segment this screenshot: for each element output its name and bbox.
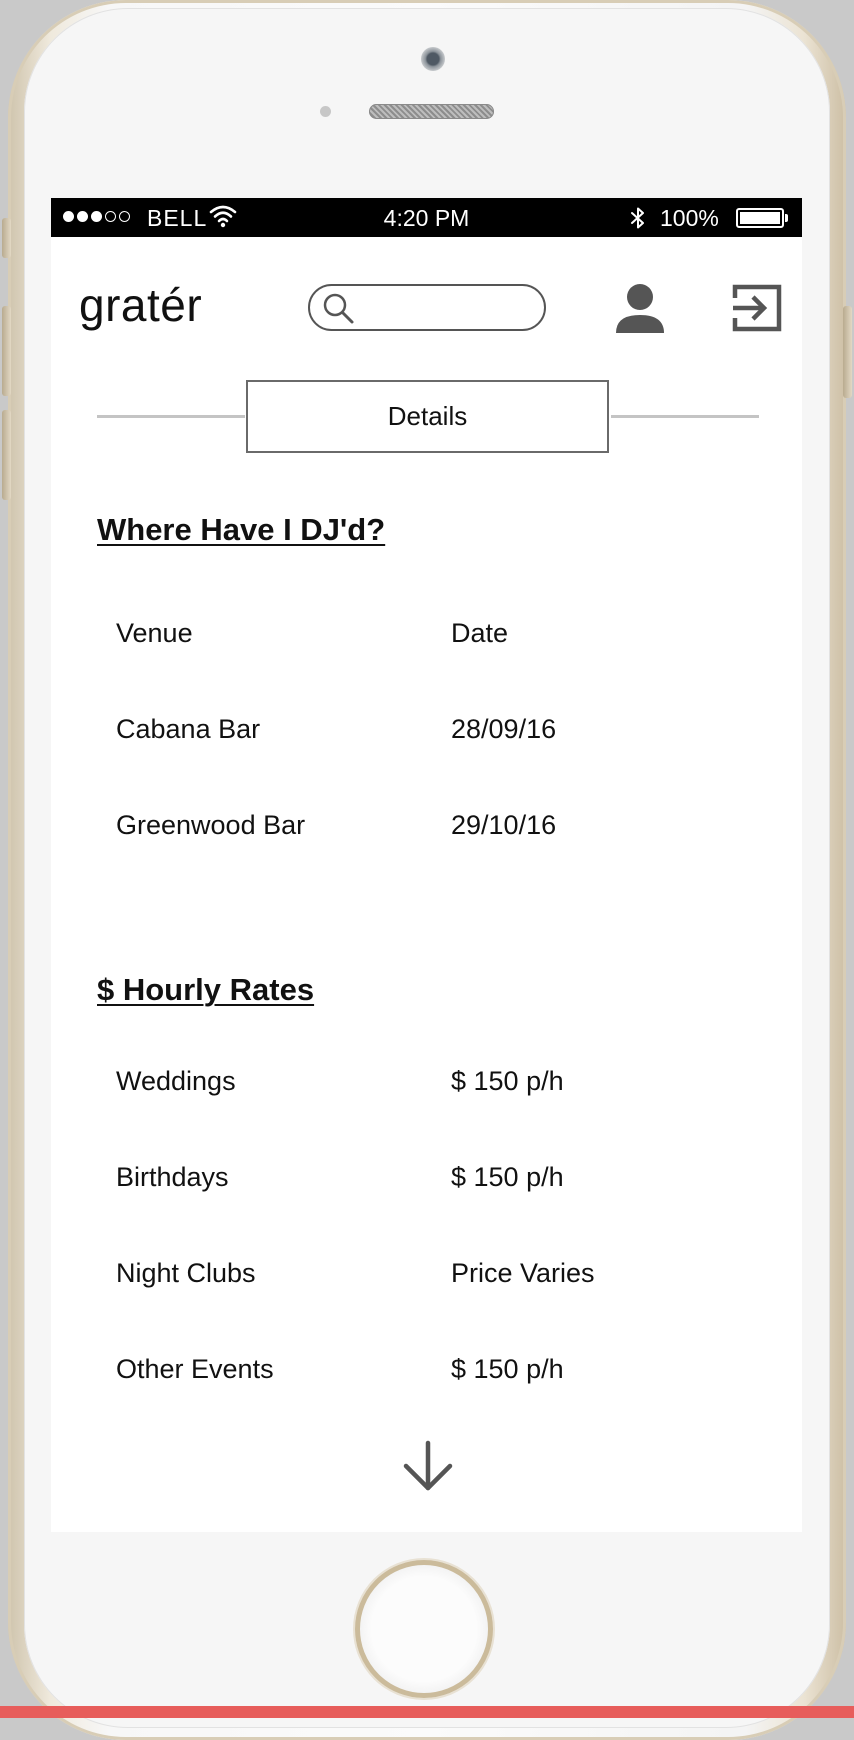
status-bar: BELL 4:20 PM 100% xyxy=(51,198,802,237)
rates-heading: $ Hourly Rates xyxy=(97,972,315,1007)
search-icon xyxy=(322,292,356,331)
tab-details[interactable]: Details xyxy=(246,380,609,453)
rate-cell: Price Varies xyxy=(451,1258,595,1288)
earpiece-speaker xyxy=(369,104,494,119)
venue-cell: Cabana Bar xyxy=(116,714,261,744)
event-type-cell: Other Events xyxy=(116,1354,274,1384)
bluetooth-icon xyxy=(629,206,647,236)
bottom-accent-strip xyxy=(0,1706,854,1718)
mute-switch xyxy=(2,218,11,258)
date-cell: 28/09/16 xyxy=(451,714,557,744)
user-icon[interactable] xyxy=(613,281,667,340)
battery-percentage: 100% xyxy=(660,205,719,231)
event-type-cell: Weddings xyxy=(116,1066,236,1096)
battery-icon xyxy=(736,208,788,228)
date-column-header: Date xyxy=(451,618,509,648)
volume-up-button xyxy=(2,306,11,396)
rate-cell: $ 150 p/h xyxy=(451,1066,564,1096)
venue-cell: Greenwood Bar xyxy=(116,810,306,840)
event-type-cell: Birthdays xyxy=(116,1162,229,1192)
rate-cell: $ 150 p/h xyxy=(451,1162,564,1192)
venues-heading: Where Have I DJ'd? xyxy=(97,512,386,547)
app-logo: gratér xyxy=(79,279,203,331)
proximity-sensor xyxy=(320,106,331,117)
logout-icon[interactable] xyxy=(731,283,783,338)
event-type-cell: Night Clubs xyxy=(116,1258,256,1288)
rate-cell: $ 150 p/h xyxy=(451,1354,564,1384)
search-input[interactable] xyxy=(360,292,534,324)
search-bar[interactable] xyxy=(308,284,546,331)
power-button xyxy=(843,306,852,398)
front-camera xyxy=(421,47,445,71)
venue-column-header: Venue xyxy=(116,618,193,648)
volume-down-button xyxy=(2,410,11,500)
tab-divider-left xyxy=(97,415,245,418)
date-cell: 29/10/16 xyxy=(451,810,557,840)
arrow-down-icon[interactable] xyxy=(400,1438,456,1499)
tab-divider-right xyxy=(611,415,759,418)
app-screen: BELL 4:20 PM 100% gratér Details Where H… xyxy=(51,198,802,1532)
home-button[interactable] xyxy=(355,1560,493,1698)
